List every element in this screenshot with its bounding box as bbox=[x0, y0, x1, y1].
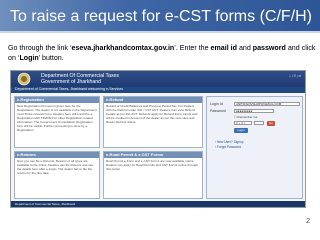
site-nav-label: Department of Commercial Taxes, Jharkhan… bbox=[15, 87, 123, 91]
slide-title-bar: To raise a request for e-CST forms (C/F/… bbox=[0, 0, 320, 33]
instruction-login: Login bbox=[19, 54, 39, 62]
slide-number: 2 bbox=[306, 218, 310, 225]
login-id-input[interactable]: ANIT@GOVSHOP@GMAIL.COM bbox=[234, 102, 300, 106]
site-title: Department Of Commercial Taxes Governmen… bbox=[41, 73, 119, 85]
login-panel: Login Id ANIT@GOVSHOP@GMAIL.COM Password… bbox=[206, 96, 303, 199]
new-user-signup-label: New User? Signup bbox=[216, 140, 244, 144]
site-top-links[interactable]: ⌂ | ☰ | ✉ bbox=[289, 74, 301, 78]
instruction-part-5: ’ button. bbox=[38, 54, 64, 62]
remember-me-label: Remember me bbox=[237, 115, 258, 119]
remember-me-checkbox[interactable]: ☐ Remember me bbox=[234, 115, 257, 119]
instruction-email: email id bbox=[210, 44, 237, 52]
bullet-icon: › bbox=[215, 145, 217, 149]
forgot-password-link[interactable]: › Forgot Password bbox=[215, 145, 241, 149]
panel-refund-body: Refund of Credit Balances and Previous P… bbox=[106, 104, 198, 124]
captcha-input[interactable] bbox=[254, 121, 264, 125]
site-title-line2: Government of Jharkhand bbox=[41, 79, 101, 85]
panel-road-permit-body: Road Permit e-Form and e-CST Forms are n… bbox=[106, 159, 198, 171]
forgot-password-label: Forgot Password bbox=[216, 145, 242, 149]
password-input[interactable]: ●●●●●●●●● bbox=[234, 109, 274, 113]
instruction-url: eseva.jharkhandcomtax.gov.in bbox=[71, 44, 175, 52]
panel-road-permit: e-Road Permit & e-CST Forms Road Permit … bbox=[103, 151, 203, 199]
password-label: Password bbox=[210, 109, 226, 113]
panel-returns: e-Returns Now you can file e-Returns. Re… bbox=[14, 151, 100, 199]
go-button[interactable]: Go bbox=[267, 120, 275, 126]
site-footer: Department of Commercial Taxes, Jharkhan… bbox=[11, 201, 305, 207]
instruction-password: password bbox=[252, 44, 286, 52]
site-footer-text: Department of Commercial Taxes, Jharkhan… bbox=[15, 202, 76, 206]
government-seal-icon bbox=[17, 72, 31, 86]
panel-refund: e-Refund Refund of Credit Balances and P… bbox=[103, 96, 203, 148]
bullet-icon: › bbox=[215, 140, 217, 144]
new-user-signup-link[interactable]: › New User? Signup bbox=[215, 140, 244, 144]
instruction-part-3: and bbox=[236, 44, 253, 52]
instruction-text: Go through the link ‘eseva.jharkhandcomt… bbox=[8, 43, 316, 63]
login-button[interactable]: Login bbox=[234, 128, 248, 133]
panel-registration: e-Registration New Registration Process … bbox=[14, 96, 100, 148]
instruction-part-2: ’. Enter the bbox=[174, 44, 211, 52]
site-nav-bar: Department of Commercial Taxes, Jharkhan… bbox=[11, 87, 305, 93]
panel-registration-body: New Registration Process is given here f… bbox=[17, 104, 97, 132]
slide-title: To raise a request for e-CST forms (C/F/… bbox=[10, 8, 312, 25]
website-screenshot: Department Of Commercial Taxes Governmen… bbox=[10, 70, 306, 208]
captcha-box: 2 + 4 = bbox=[234, 121, 252, 125]
site-header: Department Of Commercial Taxes Governmen… bbox=[11, 71, 305, 87]
instruction-part-1: Go through the link ‘ bbox=[8, 44, 72, 52]
panel-returns-body: Now you can file e-Returns. Returns of a… bbox=[17, 159, 94, 175]
login-id-label: Login Id bbox=[210, 102, 223, 106]
